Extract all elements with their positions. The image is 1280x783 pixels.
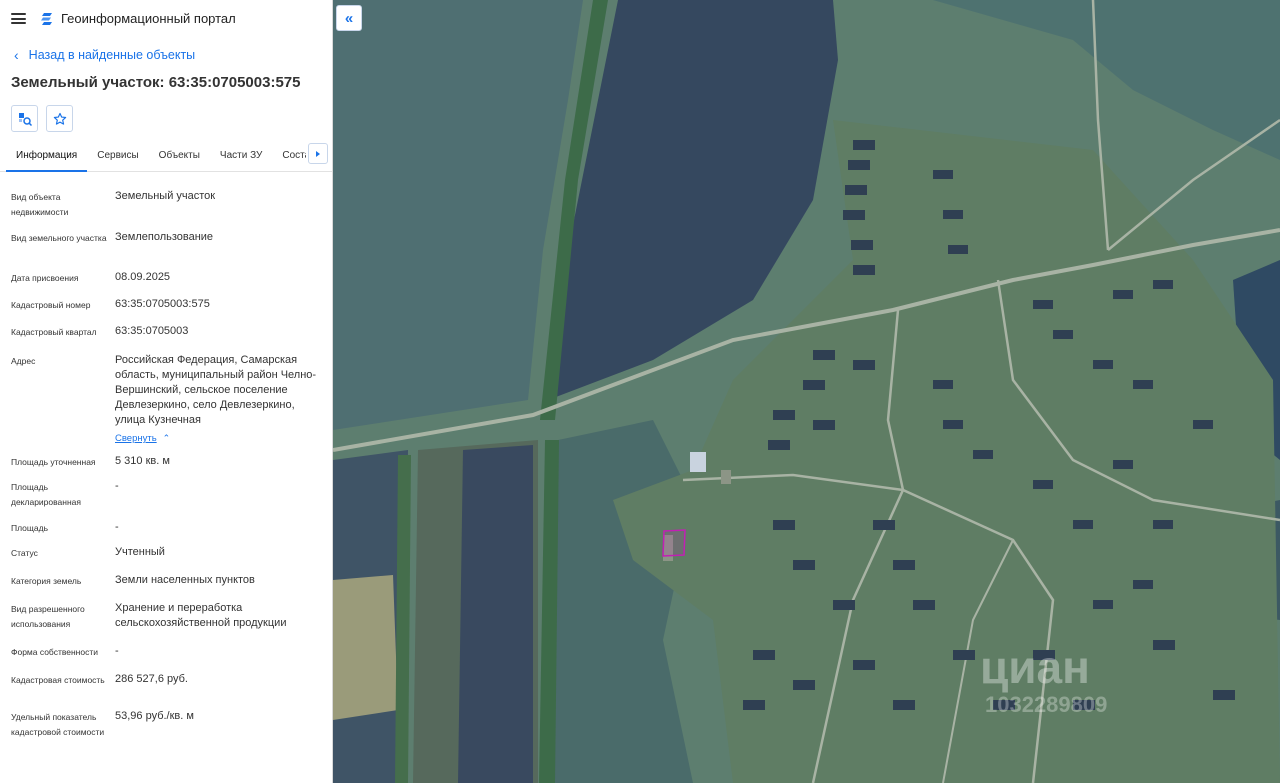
tabs-scroll-right-button[interactable]: [308, 143, 328, 164]
back-link-label: Назад в найденные объекты: [28, 48, 196, 62]
info-row: Площадь уточненная 5 310 кв. м: [0, 454, 332, 479]
info-label: Вид разрешенного использования: [11, 604, 85, 629]
object-toolbar: [11, 105, 332, 132]
info-row: Кадастровая стоимость 286 527,6 руб.: [0, 672, 332, 709]
app-root: Геоинформационный портал ‹ Назад в найде…: [0, 0, 1280, 783]
info-row: Статус Учтенный: [0, 545, 332, 573]
address-value-block: Российская Федерация, Самарская область,…: [115, 353, 327, 454]
page-title: Земельный участок: 63:35:0705003:575: [11, 74, 301, 91]
star-icon: [53, 112, 66, 125]
info-value: -: [115, 645, 119, 657]
satellite-imagery: [333, 0, 1280, 783]
tab-information[interactable]: Информация: [6, 146, 88, 172]
info-value: Земельный участок: [115, 190, 216, 202]
info-row: Площадь декларированная -: [0, 479, 332, 520]
menu-icon[interactable]: [11, 13, 26, 24]
info-label: Дата присвоения: [11, 273, 79, 283]
info-value: -: [115, 480, 119, 492]
info-row: Форма собственности -: [0, 644, 332, 672]
selected-parcel-outline[interactable]: [662, 529, 686, 557]
warehouse-building: [690, 452, 706, 472]
info-value: 63:35:0705003:575: [115, 298, 210, 310]
info-value: -: [115, 521, 119, 533]
info-value: Учтенный: [115, 546, 165, 558]
info-label: Форма собственности: [11, 647, 98, 657]
top-bar: Геоинформационный портал: [0, 0, 332, 37]
info-label: Площадь: [11, 523, 49, 533]
info-row: Удельный показатель кадастровой стоимост…: [0, 709, 332, 757]
info-value: 08.09.2025: [115, 271, 171, 283]
info-label: Площадь уточненная: [11, 457, 96, 467]
info-label: Кадастровый номер: [11, 300, 91, 310]
back-link[interactable]: ‹ Назад в найденные объекты: [14, 48, 332, 62]
map-search-icon: [18, 112, 32, 126]
info-row: Кадастровый номер 63:35:0705003:575: [0, 297, 332, 324]
info-value: 63:35:0705003: [115, 325, 189, 337]
tab-list: Информация Сервисы Объекты Части ЗУ Сост…: [0, 146, 306, 172]
tab-parts[interactable]: Части ЗУ: [210, 146, 272, 172]
info-row: Вид разрешенного использования Хранение …: [0, 601, 332, 644]
chevron-up-icon: ⌃: [162, 433, 171, 443]
info-row-address: Адрес Российская Федерация, Самарская об…: [0, 353, 332, 454]
tab-composition[interactable]: Состав: [272, 146, 306, 172]
info-label: Кадастровая стоимость: [11, 675, 105, 685]
chevron-left-icon: ‹: [14, 47, 19, 63]
info-label: Статус: [11, 548, 38, 558]
satellite-map[interactable]: [333, 0, 1280, 783]
info-label: Вид объекта недвижимости: [11, 192, 69, 217]
tab-services[interactable]: Сервисы: [87, 146, 148, 172]
info-value: 53,96 руб./кв. м: [115, 710, 194, 722]
info-row: Вид объекта недвижимости Земельный участ…: [0, 189, 332, 230]
info-label: Удельный показатель кадастровой стоимост…: [11, 712, 105, 737]
warehouse-building: [721, 470, 731, 484]
info-value: Землепользование: [115, 231, 214, 243]
info-value: Земли населенных пунктов: [115, 574, 255, 586]
collapse-link[interactable]: Свернуть ⌃: [115, 431, 327, 446]
info-label: Площадь декларированная: [11, 482, 81, 507]
app-title: Геоинформационный портал: [61, 11, 236, 26]
info-row: Площадь -: [0, 520, 332, 545]
info-value: 286 527,6 руб.: [115, 673, 188, 685]
tab-bar: Информация Сервисы Объекты Части ЗУ Сост…: [0, 143, 332, 172]
info-label: Категория земель: [11, 576, 82, 586]
info-row: Категория земель Земли населенных пункто…: [0, 573, 332, 601]
info-list: Вид объекта недвижимости Земельный участ…: [0, 189, 332, 757]
tab-objects[interactable]: Объекты: [149, 146, 210, 172]
address-value: Российская Федерация, Самарская область,…: [115, 354, 317, 426]
favorite-button[interactable]: [46, 105, 73, 132]
info-row: Дата присвоения 08.09.2025: [0, 270, 332, 297]
info-label: Адрес: [11, 356, 36, 366]
info-row: Вид земельного участка Землепользование: [0, 230, 332, 270]
show-on-map-button[interactable]: [11, 105, 38, 132]
collapse-link-label: Свернуть: [115, 433, 157, 444]
double-chevron-left-icon: «: [344, 9, 354, 27]
info-value: 5 310 кв. м: [115, 455, 170, 467]
sand-area: [333, 575, 398, 720]
portal-logo-icon: [41, 12, 52, 25]
info-panel: Геоинформационный портал ‹ Назад в найде…: [0, 0, 333, 783]
field-area: [458, 445, 533, 783]
collapse-panel-button[interactable]: «: [336, 5, 362, 31]
info-row: Кадастровый квартал 63:35:0705003: [0, 324, 332, 353]
info-value: Хранение и переработка сельскохозяйствен…: [115, 602, 287, 629]
info-label: Вид земельного участка: [11, 233, 107, 243]
info-label: Кадастровый квартал: [11, 327, 97, 337]
